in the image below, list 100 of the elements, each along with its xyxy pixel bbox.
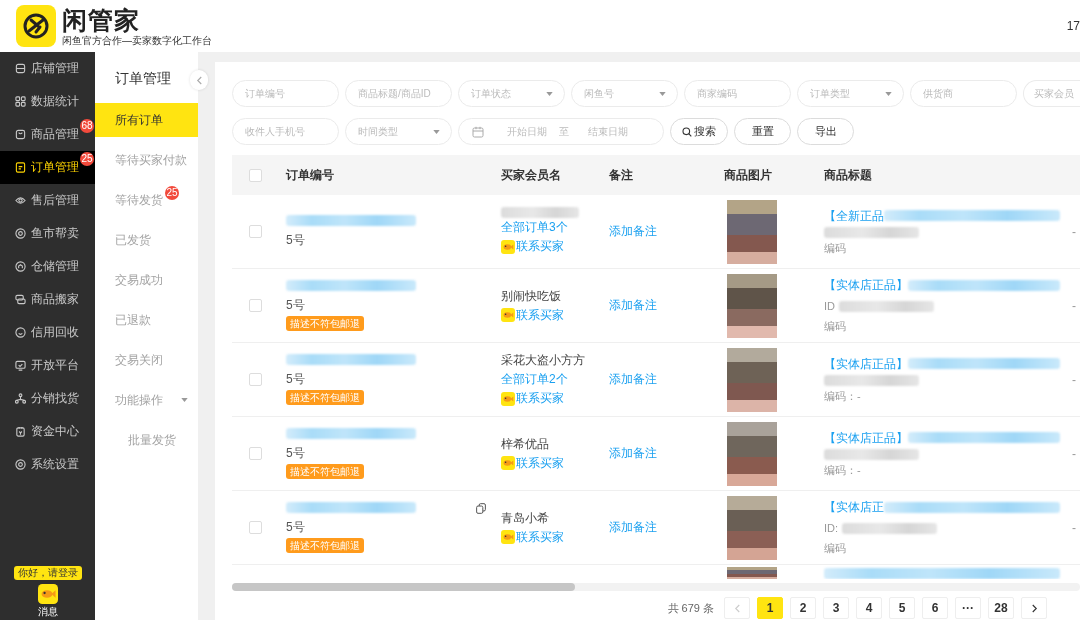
nav-item[interactable]: 系统设置 [0,448,80,481]
target-icon [15,228,26,239]
stack-icon [15,294,26,305]
product-code: 编码 [824,319,846,334]
product-id-label: ID [824,299,835,314]
grid-icon [15,96,26,107]
action-button[interactable]: 重置 [734,118,791,145]
refund-tag: 描述不符包邮退 [286,538,364,553]
product-id-label: ID: [824,521,839,536]
photo-placeholder [727,199,777,264]
login-tooltip: 你好，请登录 [13,566,82,580]
chevron-left-icon [733,603,741,613]
fish-icon [501,530,515,544]
account-label[interactable]: 17 [1066,19,1080,33]
app-title: 闲管家 [62,5,141,35]
column-value: - [1072,224,1076,239]
column-value: - [1072,372,1076,387]
row-checkbox[interactable] [249,521,262,534]
select-all-checkbox[interactable] [249,168,262,182]
nav-item[interactable]: 商品搬家 [0,283,80,316]
total-count: 共 679 条 [667,600,714,616]
order-note: 5号 [286,232,305,248]
buyer-name: 梓希优品 [501,435,549,453]
count-badge: 25 [165,186,179,200]
logo-icon [16,5,56,47]
page-button[interactable]: 5 [889,597,915,619]
product-code: 编码：- [824,388,861,404]
refund-tag: 描述不符包邮退 [286,390,364,405]
next-page-button[interactable] [1021,597,1047,619]
row-checkbox[interactable] [249,225,262,238]
input-field[interactable]: 收件人手机号 [232,118,339,145]
calendar-icon [472,125,484,138]
fish-icon [37,584,58,604]
search-icon [682,126,692,137]
smiley-icon [15,327,26,338]
chevron-right-icon [1030,603,1038,613]
product-code: 编码 [824,541,846,556]
house-circle-icon [15,261,26,272]
page-button[interactable]: 2 [790,597,816,619]
collapse-button[interactable] [190,70,208,90]
photo-placeholder [727,347,777,412]
input-field[interactable]: 供货商 [910,80,1017,107]
nav-item[interactable]: 资金中心 [0,415,80,448]
nav-item[interactable]: 商品管理 [0,118,80,151]
column-header: 买家会员名 [501,166,561,184]
input-field[interactable]: 买家会员 [1023,80,1080,107]
caret-down-icon [659,92,666,96]
buyer-name: 采花大盗小方方 [501,352,585,369]
row-checkbox[interactable] [249,373,262,386]
scrollbar-thumb[interactable] [232,583,575,591]
photo-placeholder [727,495,777,560]
nav-item[interactable]: 仓储管理 [0,250,80,283]
nav-item[interactable]: 信用回收 [0,316,80,349]
page-button[interactable]: ··· [955,597,981,619]
panel-title: 订单管理 [114,69,172,88]
bag-icon [15,129,26,140]
column-value: - [1072,520,1076,535]
nav-item[interactable]: 分销找货 [0,382,80,415]
column-header: 订单编号 [286,166,334,184]
settings-icon [15,459,26,470]
nodes-icon [15,393,26,404]
nav-item[interactable]: 数据统计 [0,85,80,118]
page-button[interactable]: 1 [757,597,783,619]
page-button[interactable]: 6 [922,597,948,619]
nav-item[interactable]: 售后管理 [0,184,80,217]
message-label[interactable]: 消息 [37,606,58,618]
caret-down-icon [433,130,440,134]
menu-item[interactable]: 所有订单 [95,103,198,137]
document-icon [15,162,26,173]
monitor-icon [15,360,26,371]
order-note: 5号 [286,519,305,535]
yen-box-icon [15,426,26,437]
page-button[interactable]: 28 [988,597,1014,619]
buyer-name: 青岛小希 [501,509,549,527]
photo-placeholder [727,567,777,579]
page-button[interactable]: 4 [856,597,882,619]
row-checkbox[interactable] [249,447,262,460]
column-header: 备注 [609,166,633,184]
page-button[interactable]: 3 [823,597,849,619]
nav-item[interactable]: 开放平台 [0,349,80,382]
search-button[interactable]: 搜索 [670,118,728,145]
fish-icon [501,391,515,406]
input-field[interactable]: 商家编码 [684,80,791,107]
caret-down-icon [546,92,553,96]
eye-icon [15,195,26,206]
refund-tag: 描述不符包邮退 [286,464,364,479]
column-header: 商品标题 [824,166,872,184]
row-checkbox[interactable] [249,299,262,312]
action-button[interactable]: 导出 [797,118,854,145]
photo-placeholder [727,273,777,338]
count-badge: 68 [80,119,94,133]
caret-down-icon [885,92,892,96]
app-subtitle: 闲鱼官方合作—卖家数字化工作台 [62,34,212,47]
dropdown-field[interactable]: 闲鱼号 [571,80,678,107]
nav-item[interactable]: 店铺管理 [0,52,80,85]
fish-icon [501,308,515,322]
chevron-left-icon [195,75,203,85]
refund-tag: 描述不符包邮退 [286,316,364,331]
order-note: 5号 [286,445,305,461]
nav-item[interactable]: 鱼市帮卖 [0,217,80,250]
